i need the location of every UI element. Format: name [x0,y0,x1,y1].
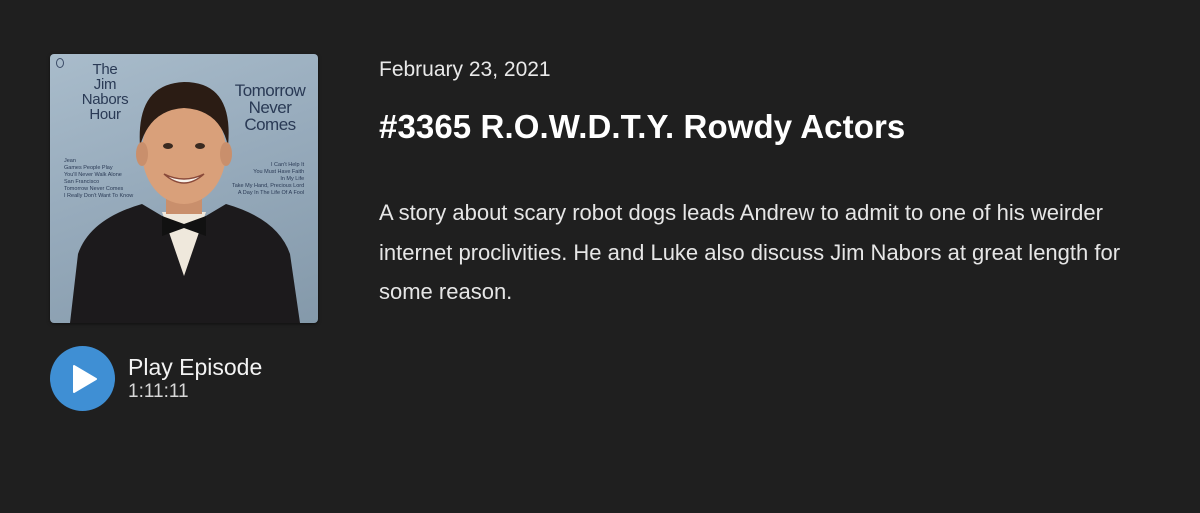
episode-description: A story about scary robot dogs leads And… [379,200,1121,304]
album-tracklist-right: I Can't Help It You Must Have Faith In M… [232,162,305,196]
episode-title[interactable]: #3365 R.O.W.D.T.Y. Rowdy Actors [379,108,905,146]
play-text-group[interactable]: Play Episode 1:11:11 [128,354,262,403]
play-button[interactable] [50,346,115,411]
album-title-right: Tomorrow Never Comes [234,81,306,134]
album-tracklist-left: Jean Games People Play You'll Never Walk… [64,158,134,199]
episode-artwork: The Jim Nabors Hour Tomorrow Never Comes… [50,54,318,323]
episode-duration: 1:11:11 [128,381,189,402]
play-episode-label[interactable]: Play Episode [128,354,262,381]
album-title-left: The Jim Nabors Hour [81,61,129,123]
label-logo-icon [56,58,64,68]
play-icon [73,364,97,393]
play-episode-control[interactable]: Play Episode 1:11:11 [50,346,262,411]
episode-date: February 23, 2021 [379,58,551,81]
